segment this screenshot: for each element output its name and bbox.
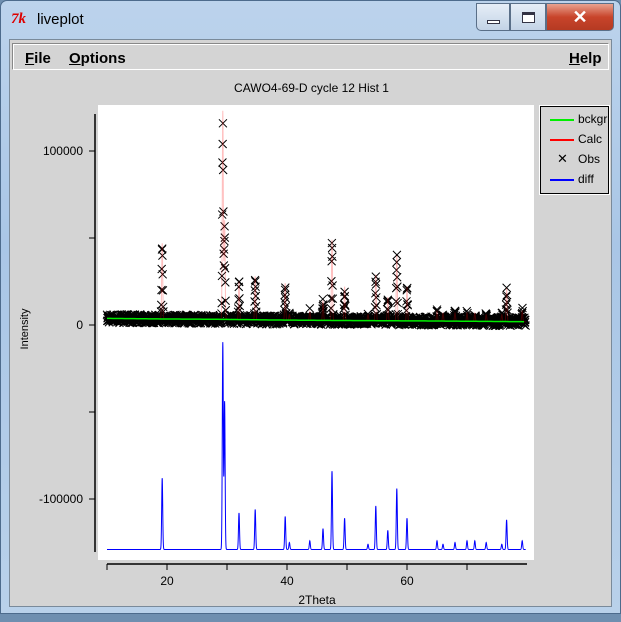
legend: bckgr Calc ✕ Obs diff [540,106,609,194]
legend-label: Obs [578,152,601,166]
plot-area [98,105,534,560]
window: 7k liveplot ✕ File Options Help CAWO4-69… [0,0,621,614]
legend-item-obs: ✕ Obs [545,151,607,169]
legend-item-diff: diff [545,171,607,189]
x-marker-icon: ✕ [557,151,568,166]
close-icon: ✕ [572,6,588,27]
legend-label: bckgr [578,112,608,126]
y-axis-label: Intensity [19,308,31,350]
y-tick-label: 100000 [43,144,83,158]
close-button[interactable]: ✕ [546,3,614,31]
title-bar[interactable]: 7k liveplot ✕ [1,1,620,37]
maximize-icon [521,11,535,23]
minimize-icon [486,20,500,24]
legend-swatch [550,139,574,141]
maximize-button[interactable] [510,3,546,31]
client-area: File Options Help CAWO4-69-D cycle 12 Hi… [9,39,612,607]
legend-swatch [550,119,574,121]
x-tick-label: 40 [280,574,294,588]
minimize-button[interactable] [476,3,510,31]
legend-label: diff [578,172,594,186]
plot-canvas[interactable]: 100000 0 -100000 20 40 60 2Theta [10,40,613,608]
x-tick-label: 60 [400,574,414,588]
tk-feather-icon: 7k [11,11,26,27]
legend-label: Calc [578,132,603,146]
y-tick-label: 0 [76,318,83,332]
legend-item-bckgr: bckgr [545,111,607,129]
window-title: liveplot [37,11,84,28]
legend-item-calc: Calc [545,131,607,149]
x-tick-label: 20 [160,574,174,588]
y-tick-label: -100000 [39,492,83,506]
legend-swatch [550,179,574,181]
x-axis-label: 2Theta [298,593,336,607]
